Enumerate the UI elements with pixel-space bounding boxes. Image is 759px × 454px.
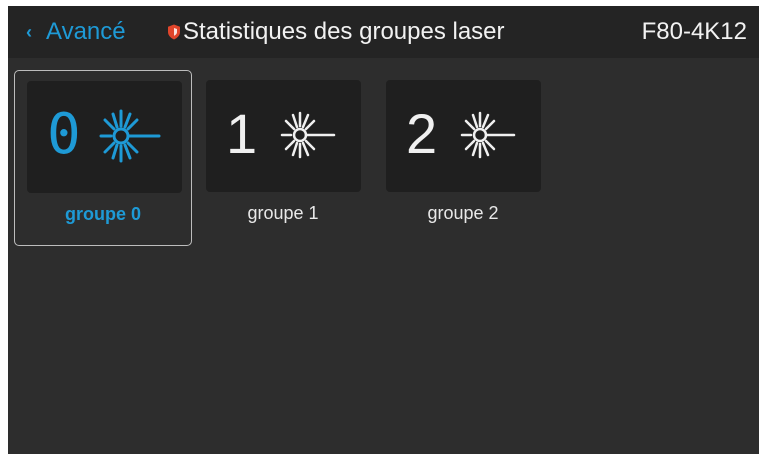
laser-group-statistics-screen: ‹ Avancé Statistiques des groupes laser … [8,6,759,454]
group-label: groupe 1 [247,203,319,223]
group-label: groupe 0 [64,204,141,224]
group-tile-2[interactable]: 2 groupe 2 [374,70,552,246]
group-label: groupe 2 [427,203,499,223]
projector-model: F80-4K12 [641,18,747,45]
group-card: 2 [386,80,541,192]
group-number: 0 [47,102,81,167]
group-tile-0[interactable]: 0 groupe 0 [14,70,192,246]
back-button[interactable]: ‹ Avancé [26,6,126,58]
shield-icon [168,24,180,40]
group-card: 1 [206,80,361,192]
laser-icon [280,111,336,159]
group-number: 2 [406,102,438,165]
group-card: 0 [27,81,182,193]
header-bar: ‹ Avancé Statistiques des groupes laser … [8,6,759,58]
group-number: 1 [226,102,258,165]
page-title: Statistiques des groupes laser [183,18,505,45]
chevron-left-icon: ‹ [26,21,32,42]
laser-icon [460,111,516,159]
group-tile-1[interactable]: 1 groupe 1 [194,70,372,246]
laser-icon [99,109,161,163]
back-label: Avancé [46,18,126,45]
